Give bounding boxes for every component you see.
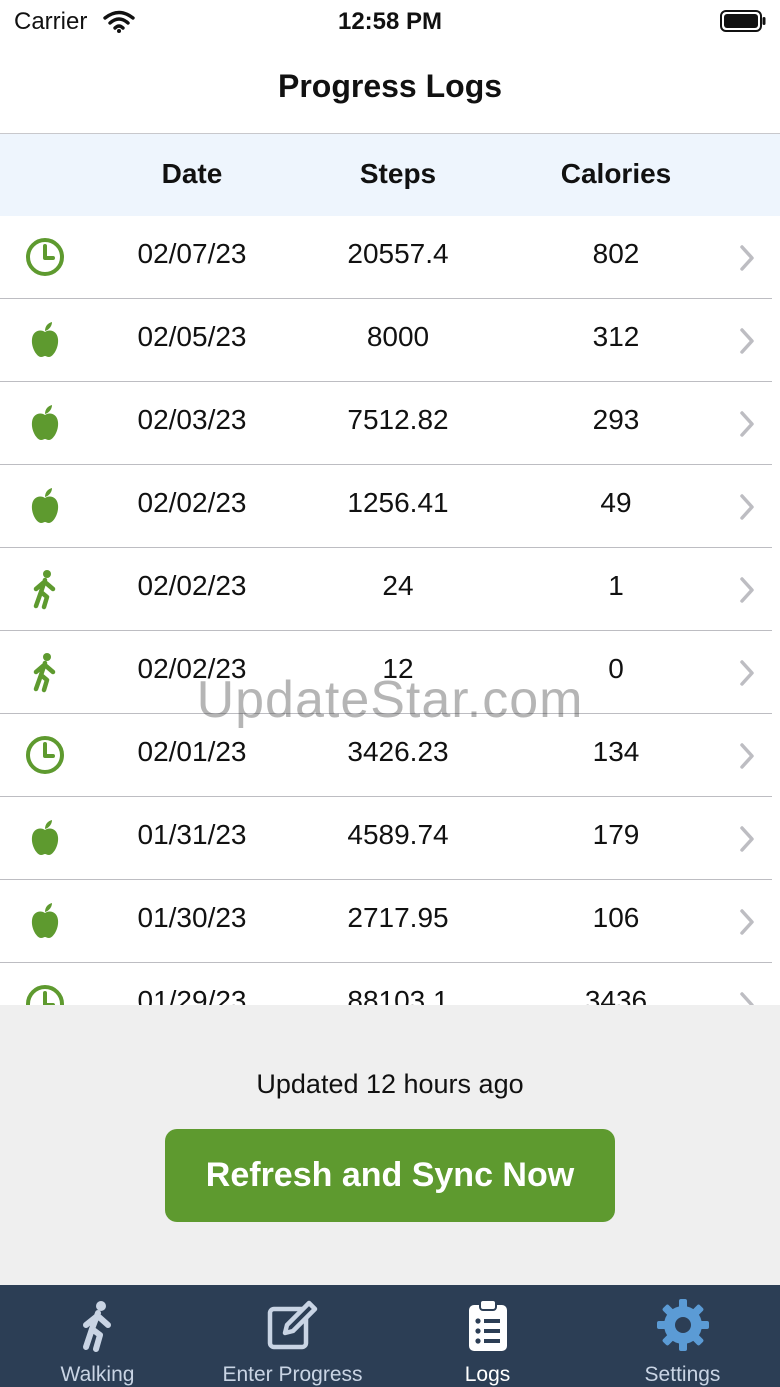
row-date: 02/05/23	[137, 321, 247, 352]
apple-icon	[24, 319, 66, 361]
clock-icon	[24, 983, 66, 1005]
table-row[interactable]: 02/03/23 7512.82 293	[0, 382, 780, 465]
edit-icon	[267, 1300, 317, 1350]
walker-icon	[24, 651, 66, 693]
row-date: 02/02/23	[137, 653, 247, 684]
chevron-right-icon	[736, 824, 758, 854]
tab-walking[interactable]: Walking	[0, 1285, 195, 1387]
row-steps: 4589.74	[347, 819, 449, 850]
table-row[interactable]: 02/02/23 24 1	[0, 548, 780, 631]
sync-footer: Updated 12 hours ago Refresh and Sync No…	[0, 1005, 780, 1285]
clipboard-icon	[468, 1299, 507, 1351]
row-calories: 312	[592, 321, 640, 352]
row-calories: 134	[592, 736, 640, 767]
chevron-right-icon	[736, 658, 758, 688]
row-date: 01/30/23	[137, 902, 247, 933]
apple-icon	[24, 402, 66, 444]
tab-logs-label: Logs	[464, 1363, 511, 1386]
row-steps: 20557.4	[347, 238, 449, 269]
chevron-right-icon	[736, 326, 758, 356]
chevron-right-icon	[736, 907, 758, 937]
table-row[interactable]: 02/01/23 3426.23 134	[0, 714, 780, 797]
chevron-right-icon	[736, 243, 758, 273]
apple-icon	[24, 817, 66, 859]
table-row[interactable]: 02/02/23 1256.41 49	[0, 465, 780, 548]
row-steps: 1256.41	[347, 487, 449, 518]
row-calories: 179	[592, 819, 640, 850]
chevron-right-icon	[736, 990, 758, 1005]
row-calories: 1	[608, 570, 624, 601]
row-steps: 88103.1	[347, 985, 449, 1005]
table-header: Date Steps Calories	[0, 134, 780, 216]
chevron-right-icon	[736, 575, 758, 605]
tab-logs[interactable]: Logs	[390, 1285, 585, 1387]
walker-icon	[82, 1301, 111, 1352]
table-row[interactable]: 02/02/23 12 0	[0, 631, 780, 714]
status-bar: Carrier 12:58 PM	[0, 0, 780, 44]
column-header-date: Date	[161, 158, 223, 189]
tab-bar: Walking Enter Progress Logs Settings	[0, 1285, 780, 1387]
chevron-right-icon	[736, 492, 758, 522]
row-steps: 12	[382, 653, 414, 684]
row-calories: 0	[608, 653, 624, 684]
log-list[interactable]: 02/07/23 20557.4 802 02/05/23 8000 312 02/03/2…	[0, 216, 780, 1005]
row-steps: 7512.82	[347, 404, 449, 435]
row-calories: 49	[600, 487, 632, 518]
tab-settings[interactable]: Settings	[585, 1285, 780, 1387]
column-header-calories: Calories	[560, 158, 672, 189]
row-steps: 24	[382, 570, 414, 601]
row-date: 02/07/23	[137, 238, 247, 269]
table-row[interactable]: 01/30/23 2717.95 106	[0, 880, 780, 963]
clock-icon	[24, 236, 66, 278]
navigation-bar: Progress Logs	[0, 44, 780, 134]
table-row[interactable]: 01/29/23 88103.1 3436	[0, 963, 780, 1005]
battery-icon	[720, 10, 766, 32]
row-date: 01/29/23	[137, 985, 247, 1005]
apple-icon	[24, 485, 66, 527]
row-date: 02/02/23	[137, 570, 247, 601]
tab-enter-progress-label: Enter Progress	[222, 1363, 363, 1386]
row-steps: 3426.23	[347, 736, 449, 767]
chevron-right-icon	[736, 409, 758, 439]
last-updated-label: Updated 12 hours ago	[256, 1069, 524, 1099]
table-row[interactable]: 01/31/23 4589.74 179	[0, 797, 780, 880]
refresh-sync-button[interactable]: Refresh and Sync Now	[165, 1129, 615, 1222]
status-time: 12:58 PM	[337, 8, 443, 35]
tab-enter-progress[interactable]: Enter Progress	[195, 1285, 390, 1387]
row-date: 02/01/23	[137, 736, 247, 767]
row-calories: 802	[592, 238, 640, 269]
chevron-right-icon	[736, 741, 758, 771]
row-calories: 3436	[584, 985, 648, 1005]
tab-walking-label: Walking	[60, 1363, 135, 1386]
gear-icon	[656, 1299, 709, 1351]
row-date: 02/03/23	[137, 404, 247, 435]
row-steps: 2717.95	[347, 902, 449, 933]
row-steps: 8000	[366, 321, 430, 352]
page-title: Progress Logs	[277, 68, 503, 104]
table-row[interactable]: 02/05/23 8000 312	[0, 299, 780, 382]
row-calories: 293	[592, 404, 640, 435]
walker-icon	[24, 568, 66, 610]
apple-icon	[24, 900, 66, 942]
table-row[interactable]: 02/07/23 20557.4 802	[0, 216, 780, 299]
tab-settings-label: Settings	[644, 1363, 721, 1386]
row-calories: 106	[592, 902, 640, 933]
row-date: 01/31/23	[137, 819, 247, 850]
row-date: 02/02/23	[137, 487, 247, 518]
column-header-steps: Steps	[359, 158, 437, 189]
clock-icon	[24, 734, 66, 776]
